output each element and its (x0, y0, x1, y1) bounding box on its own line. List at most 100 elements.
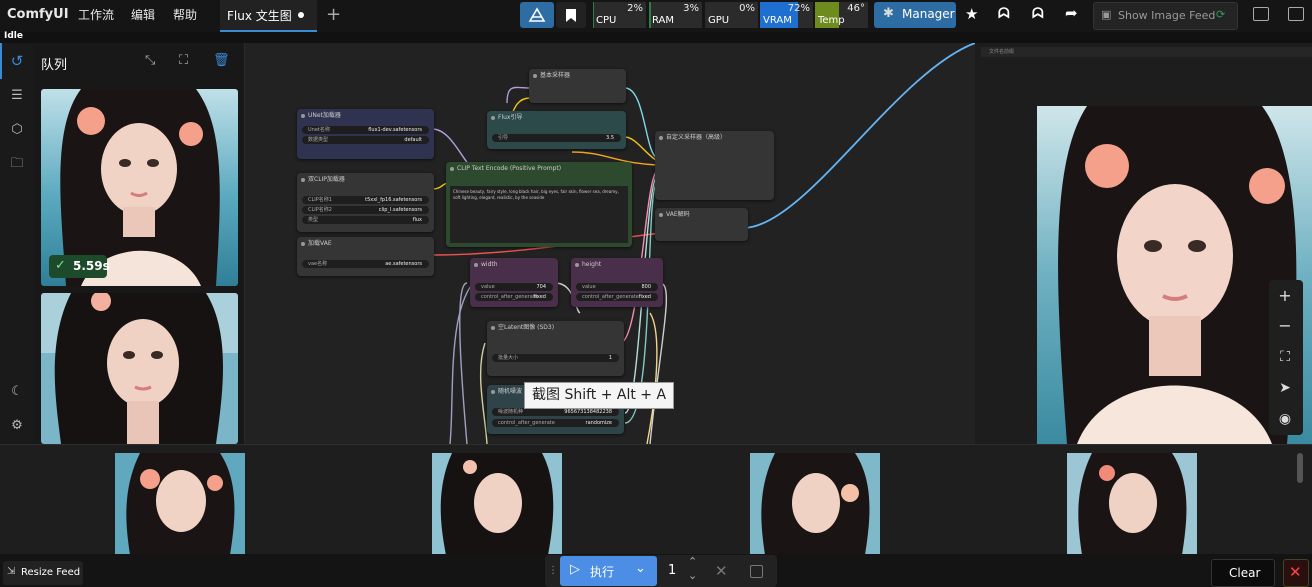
widget-key: 噪波随机种 (498, 409, 524, 415)
widget-clip-type[interactable]: 类型 flux (302, 216, 429, 224)
fullscreen-icon[interactable] (1288, 7, 1304, 21)
widget-clip1[interactable]: CLIP名称1 t5xxl_fp16.safetensors (302, 196, 429, 204)
node-custom-sampler-advanced[interactable]: 自定义采样器（高级） (655, 131, 774, 200)
queue-title: 队列 (41, 58, 68, 73)
batch-count-input[interactable]: 1 (668, 563, 676, 578)
node-unet-loader[interactable]: UNet加载器 Unet名称 flux1-dev.safetensors 数据类型… (297, 109, 434, 159)
cpu-value: 2% (627, 3, 643, 14)
image-feed (0, 444, 1312, 555)
collapse-icon[interactable]: ⤡ (145, 53, 155, 68)
queue-item[interactable] (41, 293, 238, 444)
prompt-textarea[interactable]: Chinese beauty, fairy style, long black … (450, 186, 628, 243)
node-basic-guider[interactable]: 基本采样器 (529, 69, 626, 103)
top-bar: ComfyUI 工作流 编辑 帮助 Flux 文生图 + CPU 2% RAM … (0, 0, 1312, 32)
node-height[interactable]: height value 800 control_after_generate fi… (571, 258, 663, 307)
widget-vae-name[interactable]: vae名称 ae.safetensors (302, 260, 429, 268)
widget-batch-size[interactable]: 批量大小 1 (492, 354, 619, 362)
show-image-feed-label: Show Image Feed (1118, 9, 1216, 22)
cube-icon[interactable]: ⬡ (9, 122, 25, 138)
run-button[interactable]: ▷ 执行 ⌄ (560, 556, 657, 586)
widget-value: ae.safetensors (385, 261, 422, 267)
node-dual-clip-loader[interactable]: 双CLIP加载器 CLIP名称1 t5xxl_fp16.safetensors C… (297, 173, 434, 232)
resize-feed-button[interactable]: ⇲ Resize Feed (3, 561, 83, 585)
image-icon: ▣ (1101, 8, 1112, 21)
eye-icon[interactable]: ◉ (1270, 405, 1300, 433)
decrement-icon[interactable]: ⌄ (688, 569, 697, 582)
node-vae-loader[interactable]: 加载VAE vae名称 ae.safetensors (297, 237, 434, 276)
menu-edit[interactable]: 编辑 (131, 0, 155, 30)
folder-icon[interactable]: 🗀 (9, 156, 25, 172)
widget-key: CLIP名称2 (308, 207, 332, 213)
fit-view-icon[interactable]: ⛶ (1270, 343, 1300, 371)
zoom-out-icon[interactable]: − (1270, 312, 1300, 340)
unsaved-dot-icon[interactable] (298, 12, 304, 18)
widget-width-value[interactable]: value 704 (475, 283, 553, 291)
widget-dtype[interactable]: 数据类型 default (302, 136, 429, 144)
bookmark-button[interactable] (556, 2, 586, 28)
list-icon[interactable]: ☰ (9, 88, 25, 104)
node-flux-guidance[interactable]: Flux引导 引导 3.5 (487, 111, 626, 149)
show-image-feed-button[interactable]: ▣ Show Image Feed ⟳ (1093, 2, 1238, 30)
navigate-icon[interactable]: ➤ (1270, 374, 1300, 402)
drag-handle-icon[interactable]: ⋮ (548, 565, 558, 576)
close-feed-button[interactable]: ✕ (1283, 559, 1309, 587)
stop-icon[interactable] (750, 565, 763, 578)
feed-image[interactable] (432, 453, 562, 555)
node-title: height (571, 258, 663, 272)
menu-help[interactable]: 帮助 (173, 0, 197, 30)
chevron-down-icon[interactable]: ⌄ (635, 561, 646, 576)
trash-icon[interactable]: 🗑 (213, 53, 230, 68)
widget-width-control[interactable]: control_after_generate fixed (475, 293, 553, 301)
queue-item[interactable]: ✓ 5.59s (41, 89, 238, 286)
app-logo[interactable]: ComfyUI (7, 0, 69, 30)
feed-image-content (432, 453, 562, 555)
moon-icon[interactable]: ☾ (9, 384, 25, 400)
gear-icon[interactable]: ⚙ (9, 418, 25, 434)
widget-noise-control[interactable]: control_after_generate randomize (492, 419, 619, 427)
star-button[interactable]: ★ (958, 2, 986, 28)
tab-flux[interactable]: Flux 文生图 (220, 0, 317, 32)
preview-panel: 文件名前缀 (975, 43, 1312, 444)
share-b-button[interactable]: ᗣ (1024, 2, 1052, 28)
gallery-icon[interactable]: ⛶ (179, 53, 188, 68)
widget-key: value (481, 284, 495, 290)
zoom-in-icon[interactable]: + (1270, 282, 1300, 310)
duration-badge: ✓ 5.59s (49, 255, 110, 278)
manager-button[interactable]: ✱ Manager (874, 2, 956, 28)
widget-value: randomize (585, 420, 612, 426)
node-clip-text-encode[interactable]: CLIP Text Encode (Positive Prompt) Chine… (446, 162, 632, 247)
panel-toggle-icon[interactable] (1253, 7, 1269, 21)
node-title: width (470, 258, 558, 272)
clear-button[interactable]: Clear (1211, 559, 1275, 587)
widget-unet-name[interactable]: Unet名称 flux1-dev.safetensors (302, 126, 429, 134)
menu-workflow[interactable]: 工作流 (78, 0, 114, 30)
node-width[interactable]: width value 704 control_after_generate fix… (470, 258, 558, 307)
mountain-icon (528, 7, 546, 22)
graph-canvas[interactable]: UNet加载器 Unet名称 flux1-dev.safetensors 数据类型… (245, 43, 975, 444)
ram-meter: RAM 3% (649, 2, 702, 28)
feed-image[interactable] (1067, 453, 1197, 555)
share-button[interactable]: ➦ (1058, 2, 1086, 28)
feed-scrollbar[interactable] (1297, 453, 1303, 483)
widget-clip2[interactable]: CLIP名称2 clip_l.safetensors (302, 206, 429, 214)
widget-height-control[interactable]: control_after_generate fixed (576, 293, 658, 301)
queue-panel: 队列 ⤡ ⛶ 🗑 ✓ 5.59s (33, 43, 245, 444)
node-title: 自定义采样器（高级） (655, 131, 774, 145)
share-a-button[interactable]: ᗣ (990, 2, 1018, 28)
new-tab-icon[interactable]: + (326, 4, 341, 25)
node-title: UNet加载器 (297, 109, 434, 123)
cancel-icon[interactable]: ✕ (715, 562, 728, 580)
increment-icon[interactable]: ⌃ (688, 555, 697, 568)
widget-noise-seed[interactable]: 噪波随机种 965673138482238 (492, 408, 619, 416)
history-icon[interactable]: ↺ (9, 53, 25, 69)
feed-image[interactable] (750, 453, 880, 555)
node-empty-latent-sd3[interactable]: 空Latent图像 (SD3) 批量大小 1 (487, 321, 624, 376)
comfy-logo-button[interactable] (520, 2, 554, 28)
feed-image[interactable] (115, 453, 245, 555)
run-label: 执行 (590, 565, 615, 579)
status-bar: Idle (0, 31, 1312, 43)
widget-guidance[interactable]: 引导 3.5 (492, 134, 621, 142)
node-vae-decode[interactable]: VAE解码 (655, 208, 748, 241)
vram-label: VRAM (763, 15, 792, 26)
widget-height-value[interactable]: value 800 (576, 283, 658, 291)
